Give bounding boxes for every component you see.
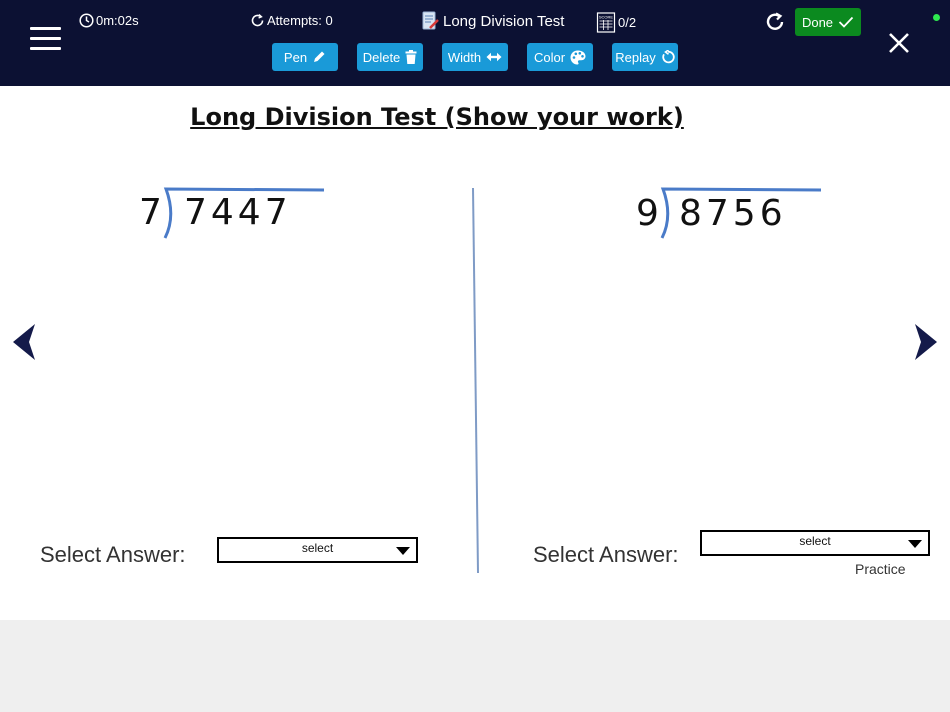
redo-icon[interactable] — [764, 11, 786, 38]
select-answer-label: Select Answer: — [40, 542, 186, 567]
answer-dropdown-value: select — [799, 534, 831, 548]
dividend-1: 7447 — [184, 192, 292, 233]
previous-page-arrow-icon[interactable] — [10, 323, 38, 366]
done-label: Done — [801, 14, 834, 30]
pen-label: Pen — [283, 49, 308, 65]
clock-icon — [79, 13, 94, 28]
timer: 0m:02s — [79, 13, 139, 28]
dividend-2: 8756 — [679, 193, 787, 234]
score: SCORE 0/2 — [596, 11, 636, 33]
next-page-arrow-icon[interactable] — [912, 323, 940, 366]
answer-dropdown-1[interactable]: select — [217, 537, 418, 563]
score-text: 0/2 — [618, 14, 637, 30]
hamburger-menu-icon[interactable] — [30, 27, 62, 51]
worksheet: Long Division Test (Show your work) 7 74… — [0, 86, 950, 620]
attempts-counter: Attempts: 0 — [250, 13, 333, 28]
trash-icon — [405, 50, 417, 64]
top-bar: 0m:02s Attempts: 0 Long Division Test SC… — [0, 0, 950, 86]
palette-icon — [570, 50, 586, 64]
replay-label: Replay — [615, 49, 656, 65]
svg-text:SCORE: SCORE — [599, 15, 614, 20]
pen-tool-button[interactable]: Pen — [272, 43, 338, 71]
replay-tool-button[interactable]: Replay — [612, 43, 678, 71]
checkmark-icon — [838, 16, 854, 28]
delete-tool-button[interactable]: Delete — [357, 43, 423, 71]
answer-dropdown-2[interactable]: select — [700, 530, 930, 556]
test-title: Long Division Test — [422, 11, 564, 31]
answer-dropdown-value: select — [301, 541, 334, 555]
width-tool-button[interactable]: Width — [442, 43, 508, 71]
pencil-icon — [314, 51, 325, 62]
test-title-text: Long Division Test — [443, 12, 565, 30]
done-button[interactable]: Done — [795, 8, 861, 36]
arrows-horizontal-icon — [486, 52, 502, 62]
timer-text: 0m:02s — [96, 13, 139, 28]
color-label: Color — [533, 49, 566, 65]
replay-icon — [662, 50, 675, 64]
dropdown-arrow-icon — [908, 540, 922, 548]
select-answer-label: Select Answer: — [533, 542, 679, 567]
scorecard-icon: SCORE — [596, 12, 616, 33]
color-tool-button[interactable]: Color — [527, 43, 593, 71]
practice-label: Practice — [855, 561, 906, 577]
refresh-icon — [251, 13, 264, 27]
delete-label: Delete — [362, 49, 401, 65]
document-pencil-icon — [422, 11, 439, 30]
online-status-indicator — [933, 14, 940, 21]
close-icon[interactable] — [887, 31, 911, 60]
dropdown-arrow-icon — [396, 547, 410, 555]
width-label: Width — [447, 49, 482, 65]
attempts-text: Attempts: 0 — [267, 13, 333, 28]
